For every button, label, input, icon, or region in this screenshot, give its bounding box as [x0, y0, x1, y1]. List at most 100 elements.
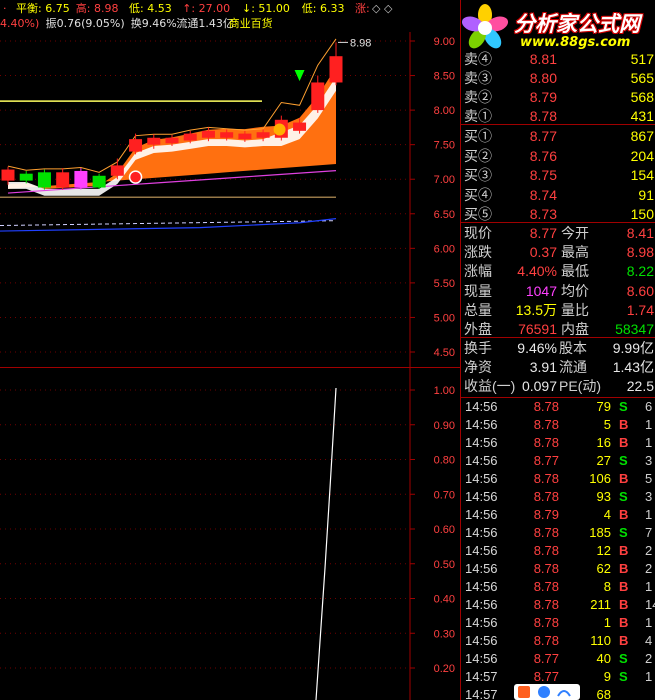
tick-time: 14:56: [465, 579, 498, 594]
taskbar-badge-icon[interactable]: [514, 684, 580, 700]
y-tick-label: 1.00: [434, 385, 455, 397]
quote-stat-row: 现价 8.77 今开 8.41: [461, 224, 655, 242]
buy-price: 8.73: [529, 206, 557, 222]
sell-price: 8.78: [529, 108, 557, 124]
finance-label: 净资: [464, 359, 492, 376]
finance-label: 换手: [464, 340, 492, 356]
logo-title: 分析家公式网: [514, 12, 640, 36]
quote-stat-row: 现量 1047 均价 8.60: [461, 282, 655, 300]
tick-side: B: [619, 579, 629, 594]
candle-body: [37, 172, 51, 188]
tick-count: 1: [645, 417, 653, 432]
sell-level-label: 卖③: [464, 70, 492, 86]
y-tick-label: 0.60: [434, 524, 455, 536]
sell-price: 8.80: [529, 70, 557, 86]
indicator-chart-svg[interactable]: 1.00 0.90 0.80 0.70 0.60 0.50 0.40 0.30 0.20: [0, 368, 460, 700]
order-book-buy-row: 买④ 8.74 91: [461, 186, 655, 204]
y-tick-label: 0.70: [434, 489, 455, 501]
indicator-value: 高: 8.98: [75, 2, 119, 15]
y-tick-label: 0.30: [434, 628, 455, 640]
stat-value: 1047: [525, 282, 557, 299]
tick-side: B: [619, 507, 629, 522]
candle-body: [92, 175, 106, 188]
section-divider: [461, 337, 655, 338]
finance-row: 收益(一) 0.097 PE(动) 22.5: [461, 377, 655, 395]
tick-row: 14:56 8.78 12 B 2: [461, 542, 655, 560]
y-tick-label: 6.50: [434, 209, 455, 221]
stat-label: 今开: [561, 225, 589, 241]
tick-volume: 4: [603, 507, 611, 522]
finance-value: 9.46%: [517, 340, 557, 356]
stat-label: 内盘: [561, 321, 589, 337]
buy-level-label: 买③: [464, 167, 492, 183]
tick-row: 14:56 8.79 4 B 1: [461, 506, 655, 524]
down-arrow-icon: [294, 70, 305, 82]
candle-body: [238, 133, 252, 140]
order-book-buy-row: 买② 8.76 204: [461, 147, 655, 165]
tick-price: 8.78: [533, 579, 559, 594]
stat-label: 最低: [561, 263, 589, 280]
tick-time: 14:57: [465, 687, 498, 700]
tick-volume: 62: [596, 561, 611, 576]
indicator-value: 低: 6.33: [301, 2, 345, 15]
buy-volume: 204: [630, 147, 654, 164]
tick-time: 14:56: [465, 561, 498, 576]
sell-price: 8.79: [529, 89, 557, 105]
indicator-chart[interactable]: 1.00 0.90 0.80 0.70 0.60 0.50 0.40 0.30 0.20: [0, 368, 460, 700]
stat-label: 总量: [464, 301, 492, 318]
candlestick-chart[interactable]: 9.00 8.50 8.00 7.50 7.00 6.50 6.00 5.50 5.00 4.50…: [0, 32, 460, 367]
buy-level-label: 买④: [464, 186, 492, 203]
sell-volume: 565: [630, 70, 654, 86]
tick-row: 14:56 8.78 62 B 2: [461, 560, 655, 578]
stat-value: 0.37: [529, 244, 557, 261]
diamond-icon: ◇: [384, 2, 393, 15]
tick-side: B: [619, 561, 629, 576]
tick-price: 8.78: [533, 489, 559, 504]
tick-side: S: [619, 453, 628, 468]
tick-row: 14:56 8.78 93 S 3: [461, 488, 655, 506]
y-tick-label: 7.00: [434, 174, 455, 186]
y-tick-label: 5.00: [434, 312, 455, 324]
stat-label: 量比: [561, 301, 589, 318]
y-tick-label: 8.00: [434, 105, 455, 117]
flower-logo-icon: [461, 4, 509, 49]
candle-body: [220, 132, 234, 138]
candle-body: [74, 170, 88, 188]
order-book-buy-row: 买③ 8.75 154: [461, 166, 655, 184]
buy-volume: 91: [638, 186, 654, 203]
y-tick-label: 5.50: [434, 278, 455, 290]
finance-value: 3.91: [529, 359, 557, 376]
y-tick-label: 9.00: [434, 36, 455, 48]
tick-row: 14:56 8.78 16 B 1: [461, 434, 655, 452]
candle-body: [1, 169, 15, 181]
stat-label: 涨跌: [464, 244, 492, 261]
tick-volume: 8: [603, 579, 611, 594]
stat-value: 8.98: [626, 244, 654, 261]
buy-volume: 150: [630, 206, 654, 222]
tick-count: 6: [645, 399, 653, 414]
tick-time: 14:56: [465, 489, 498, 504]
buy-price: 8.77: [529, 128, 557, 144]
finance-row: 换手 9.46% 股本 9.99亿: [461, 339, 655, 357]
stat-value: 8.77: [529, 225, 557, 241]
y-tick-label: 4.50: [434, 347, 455, 359]
candlestick-chart-svg[interactable]: 9.00 8.50 8.00 7.50 7.00 6.50 6.00 5.50 5.00 4.50…: [0, 32, 460, 367]
quote-stat-row: 涨幅 4.40% 最低 8.22: [461, 262, 655, 280]
stat-value: 13.5万: [515, 301, 557, 318]
tick-count: 14: [645, 597, 655, 612]
tick-count: 1: [645, 615, 653, 630]
tick-side: S: [619, 669, 628, 684]
tick-side: B: [619, 615, 629, 630]
tick-row: 14:56 8.77 40 S 2: [461, 650, 655, 668]
indicator-value: 涨:: [355, 2, 370, 15]
tick-side: B: [619, 543, 629, 558]
order-book-buy-row: 买① 8.77 867: [461, 127, 655, 145]
y-tick-label: 0.40: [434, 594, 455, 606]
finance-label: 流通: [559, 359, 587, 376]
indicator-value: ↑: 27.00: [182, 2, 231, 15]
tick-time: 14:56: [465, 435, 498, 450]
tick-volume: 1: [603, 615, 611, 630]
tick-row: 14:56 8.78 79 S 6: [461, 398, 655, 416]
buy-price: 8.76: [529, 147, 557, 164]
candle-body: [183, 133, 197, 141]
